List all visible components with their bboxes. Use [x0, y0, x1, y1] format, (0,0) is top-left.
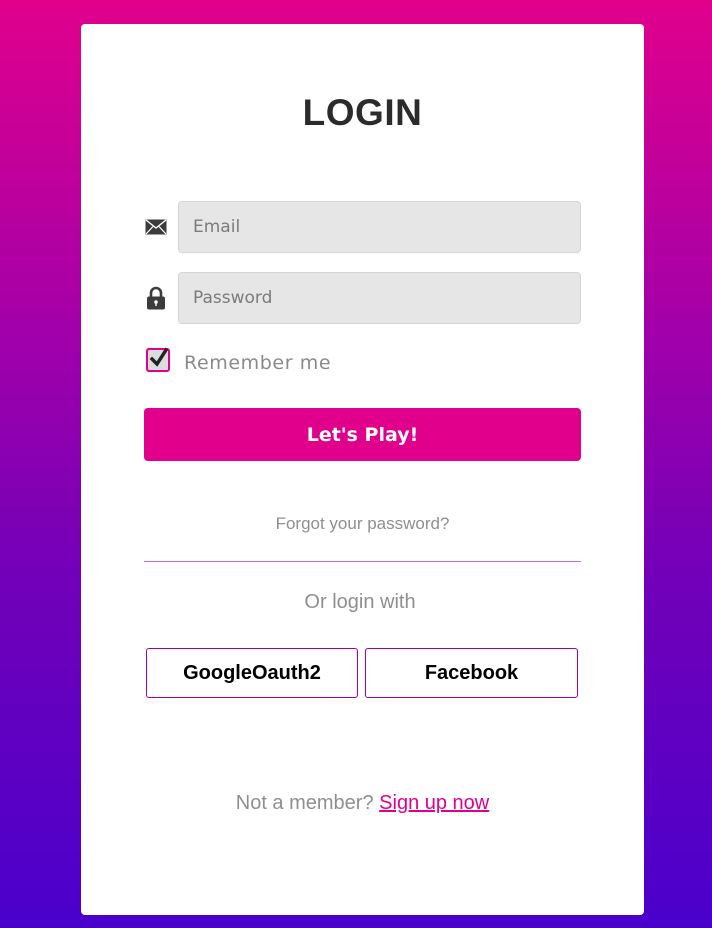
email-field[interactable]	[178, 201, 581, 253]
facebook-login-button[interactable]: Facebook	[365, 648, 578, 698]
remember-checkbox[interactable]	[146, 347, 170, 372]
login-submit-button[interactable]: Let's Play!	[144, 408, 581, 461]
envelope-icon	[144, 215, 168, 239]
signup-prompt: Not a member? Sign up now	[81, 792, 644, 815]
remember-label[interactable]: Remember me	[184, 352, 331, 374]
forgot-password-link[interactable]: Forgot your password?	[81, 514, 644, 534]
password-field[interactable]	[178, 272, 581, 324]
divider	[144, 561, 581, 562]
signup-link[interactable]: Sign up now	[379, 792, 489, 814]
email-row	[144, 201, 581, 253]
lock-icon	[144, 286, 168, 310]
remember-me: Remember me	[144, 347, 444, 377]
page-title: LOGIN	[302, 92, 423, 133]
checkmark-icon	[149, 347, 169, 367]
password-row	[144, 272, 581, 324]
or-login-label: Or login with	[304, 591, 416, 613]
login-card: LOGIN Remember me	[81, 24, 644, 915]
signup-prompt-text: Not a member?	[235, 792, 374, 814]
google-login-button[interactable]: GoogleOauth2	[146, 648, 358, 698]
